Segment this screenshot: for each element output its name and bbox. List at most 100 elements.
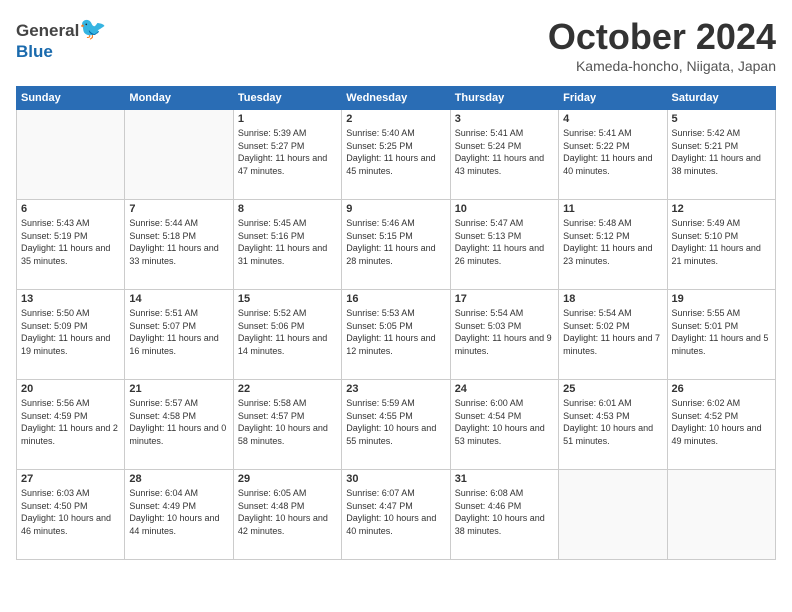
cell-info-2-0: Sunrise: 5:50 AMSunset: 5:09 PMDaylight:… (21, 307, 120, 357)
month-title: October 2024 (548, 16, 776, 58)
cell-3-2: 22 Sunrise: 5:58 AMSunset: 4:57 PMDayligh… (233, 380, 341, 470)
calendar-header: Sunday Monday Tuesday Wednesday Thursday… (17, 87, 776, 110)
cell-info-1-5: Sunrise: 5:48 AMSunset: 5:12 PMDaylight:… (563, 217, 662, 267)
cell-3-3: 23Sunrise: 5:59 AMSunset: 4:55 PMDayligh… (342, 380, 450, 470)
cell-info-2-5: Sunrise: 5:54 AMSunset: 5:02 PMDaylight:… (563, 307, 662, 357)
cell-4-1: 28Sunrise: 6:04 AMSunset: 4:49 PMDayligh… (125, 470, 233, 560)
cell-2-4: 17Sunrise: 5:54 AMSunset: 5:03 PMDayligh… (450, 290, 558, 380)
cell-1-6: 12 Sunrise: 5:49 AMSunset: 5:10 PMDayligh… (667, 200, 775, 290)
cell-info-3-6: Sunrise: 6:02 AMSunset: 4:52 PMDaylight:… (672, 397, 771, 447)
week-row-1: 6Sunrise: 5:43 AMSunset: 5:19 PMDaylight… (17, 200, 776, 290)
day-number-2-5: 18 (563, 293, 662, 305)
day-number-0-2: 1 (238, 113, 337, 125)
day-number-1-4: 10 (455, 203, 554, 215)
cell-info-4-3: Sunrise: 6:07 AMSunset: 4:47 PMDaylight:… (346, 487, 445, 537)
cell-info-0-3: Sunrise: 5:40 AMSunset: 5:25 PMDaylight:… (346, 127, 445, 177)
cell-3-0: 20 Sunrise: 5:56 AMSunset: 4:59 PMDayligh… (17, 380, 125, 470)
cell-info-3-0: Sunrise: 5:56 AMSunset: 4:59 PMDaylight:… (21, 397, 120, 447)
header-row: Sunday Monday Tuesday Wednesday Thursday… (17, 87, 776, 110)
cell-1-1: 7 Sunrise: 5:44 AMSunset: 5:18 PMDaylight… (125, 200, 233, 290)
week-row-3: 20 Sunrise: 5:56 AMSunset: 4:59 PMDayligh… (17, 380, 776, 470)
week-row-2: 13 Sunrise: 5:50 AMSunset: 5:09 PMDayligh… (17, 290, 776, 380)
header-friday: Friday (559, 87, 667, 110)
cell-info-0-6: Sunrise: 5:42 AMSunset: 5:21 PMDaylight:… (672, 127, 771, 177)
cell-info-2-4: Sunrise: 5:54 AMSunset: 5:03 PMDaylight:… (455, 307, 554, 357)
cell-0-3: 2 Sunrise: 5:40 AMSunset: 5:25 PMDaylight… (342, 110, 450, 200)
cell-info-2-1: Sunrise: 5:51 AMSunset: 5:07 PMDaylight:… (129, 307, 228, 357)
cell-info-1-3: Sunrise: 5:46 AMSunset: 5:15 PMDaylight:… (346, 217, 445, 267)
cell-4-4: 31Sunrise: 6:08 AMSunset: 4:46 PMDayligh… (450, 470, 558, 560)
cell-info-2-6: Sunrise: 5:55 AMSunset: 5:01 PMDaylight:… (672, 307, 771, 357)
day-number-4-3: 30 (346, 473, 445, 485)
cell-0-2: 1 Sunrise: 5:39 AMSunset: 5:27 PMDaylight… (233, 110, 341, 200)
day-number-1-5: 11 (563, 203, 662, 215)
cell-4-6 (667, 470, 775, 560)
cell-2-1: 14 Sunrise: 5:51 AMSunset: 5:07 PMDayligh… (125, 290, 233, 380)
cell-info-1-6: Sunrise: 5:49 AMSunset: 5:10 PMDaylight:… (672, 217, 771, 267)
cell-info-2-3: Sunrise: 5:53 AMSunset: 5:05 PMDaylight:… (346, 307, 445, 357)
header-wednesday: Wednesday (342, 87, 450, 110)
day-number-1-2: 8 (238, 203, 337, 215)
day-number-1-3: 9 (346, 203, 445, 215)
logo-blue-text: Blue (16, 42, 53, 61)
cell-info-0-4: Sunrise: 5:41 AMSunset: 5:24 PMDaylight:… (455, 127, 554, 177)
title-area: October 2024 Kameda-honcho, Niigata, Jap… (548, 16, 776, 74)
cell-0-5: 4Sunrise: 5:41 AMSunset: 5:22 PMDaylight… (559, 110, 667, 200)
cell-3-6: 26Sunrise: 6:02 AMSunset: 4:52 PMDayligh… (667, 380, 775, 470)
day-number-2-2: 15 (238, 293, 337, 305)
cell-info-3-3: Sunrise: 5:59 AMSunset: 4:55 PMDaylight:… (346, 397, 445, 447)
cell-info-4-4: Sunrise: 6:08 AMSunset: 4:46 PMDaylight:… (455, 487, 554, 537)
day-number-3-2: 22 (238, 383, 337, 395)
cell-1-5: 11 Sunrise: 5:48 AMSunset: 5:12 PMDayligh… (559, 200, 667, 290)
day-number-2-6: 19 (672, 293, 771, 305)
day-number-2-0: 13 (21, 293, 120, 305)
cell-info-3-1: Sunrise: 5:57 AMSunset: 4:58 PMDaylight:… (129, 397, 228, 447)
cell-1-3: 9 Sunrise: 5:46 AMSunset: 5:15 PMDaylight… (342, 200, 450, 290)
cell-4-3: 30 Sunrise: 6:07 AMSunset: 4:47 PMDayligh… (342, 470, 450, 560)
cell-info-3-2: Sunrise: 5:58 AMSunset: 4:57 PMDaylight:… (238, 397, 337, 447)
day-number-0-6: 5 (672, 113, 771, 125)
day-number-1-1: 7 (129, 203, 228, 215)
day-number-3-1: 21 (129, 383, 228, 395)
cell-info-1-2: Sunrise: 5:45 AMSunset: 5:16 PMDaylight:… (238, 217, 337, 267)
cell-2-2: 15 Sunrise: 5:52 AMSunset: 5:06 PMDayligh… (233, 290, 341, 380)
cell-2-3: 16 Sunrise: 5:53 AMSunset: 5:05 PMDayligh… (342, 290, 450, 380)
cell-info-1-1: Sunrise: 5:44 AMSunset: 5:18 PMDaylight:… (129, 217, 228, 267)
header-thursday: Thursday (450, 87, 558, 110)
day-number-4-0: 27 (21, 473, 120, 485)
logo-bird-icon: 🐦 (79, 16, 106, 41)
cell-2-6: 19 Sunrise: 5:55 AMSunset: 5:01 PMDayligh… (667, 290, 775, 380)
day-number-4-2: 29 (238, 473, 337, 485)
cell-3-5: 25 Sunrise: 6:01 AMSunset: 4:53 PMDayligh… (559, 380, 667, 470)
cell-1-2: 8 Sunrise: 5:45 AMSunset: 5:16 PMDaylight… (233, 200, 341, 290)
page-header: General🐦 Blue October 2024 Kameda-honcho… (16, 16, 776, 74)
week-row-0: 1 Sunrise: 5:39 AMSunset: 5:27 PMDaylight… (17, 110, 776, 200)
header-monday: Monday (125, 87, 233, 110)
cell-4-0: 27 Sunrise: 6:03 AMSunset: 4:50 PMDayligh… (17, 470, 125, 560)
header-tuesday: Tuesday (233, 87, 341, 110)
cell-info-3-4: Sunrise: 6:00 AMSunset: 4:54 PMDaylight:… (455, 397, 554, 447)
cell-2-5: 18 Sunrise: 5:54 AMSunset: 5:02 PMDayligh… (559, 290, 667, 380)
day-number-0-4: 3 (455, 113, 554, 125)
day-number-3-5: 25 (563, 383, 662, 395)
header-sunday: Sunday (17, 87, 125, 110)
cell-info-0-2: Sunrise: 5:39 AMSunset: 5:27 PMDaylight:… (238, 127, 337, 177)
header-saturday: Saturday (667, 87, 775, 110)
day-number-1-6: 12 (672, 203, 771, 215)
day-number-0-5: 4 (563, 113, 662, 125)
day-number-4-1: 28 (129, 473, 228, 485)
cell-info-2-2: Sunrise: 5:52 AMSunset: 5:06 PMDaylight:… (238, 307, 337, 357)
cell-info-1-4: Sunrise: 5:47 AMSunset: 5:13 PMDaylight:… (455, 217, 554, 267)
calendar-body: 1 Sunrise: 5:39 AMSunset: 5:27 PMDaylight… (17, 110, 776, 560)
day-number-3-0: 20 (21, 383, 120, 395)
cell-2-0: 13 Sunrise: 5:50 AMSunset: 5:09 PMDayligh… (17, 290, 125, 380)
day-number-3-4: 24 (455, 383, 554, 395)
cell-4-5 (559, 470, 667, 560)
cell-info-3-5: Sunrise: 6:01 AMSunset: 4:53 PMDaylight:… (563, 397, 662, 447)
cell-info-4-0: Sunrise: 6:03 AMSunset: 4:50 PMDaylight:… (21, 487, 120, 537)
cell-3-4: 24 Sunrise: 6:00 AMSunset: 4:54 PMDayligh… (450, 380, 558, 470)
day-number-0-3: 2 (346, 113, 445, 125)
day-number-2-3: 16 (346, 293, 445, 305)
cell-3-1: 21 Sunrise: 5:57 AMSunset: 4:58 PMDayligh… (125, 380, 233, 470)
day-number-2-1: 14 (129, 293, 228, 305)
